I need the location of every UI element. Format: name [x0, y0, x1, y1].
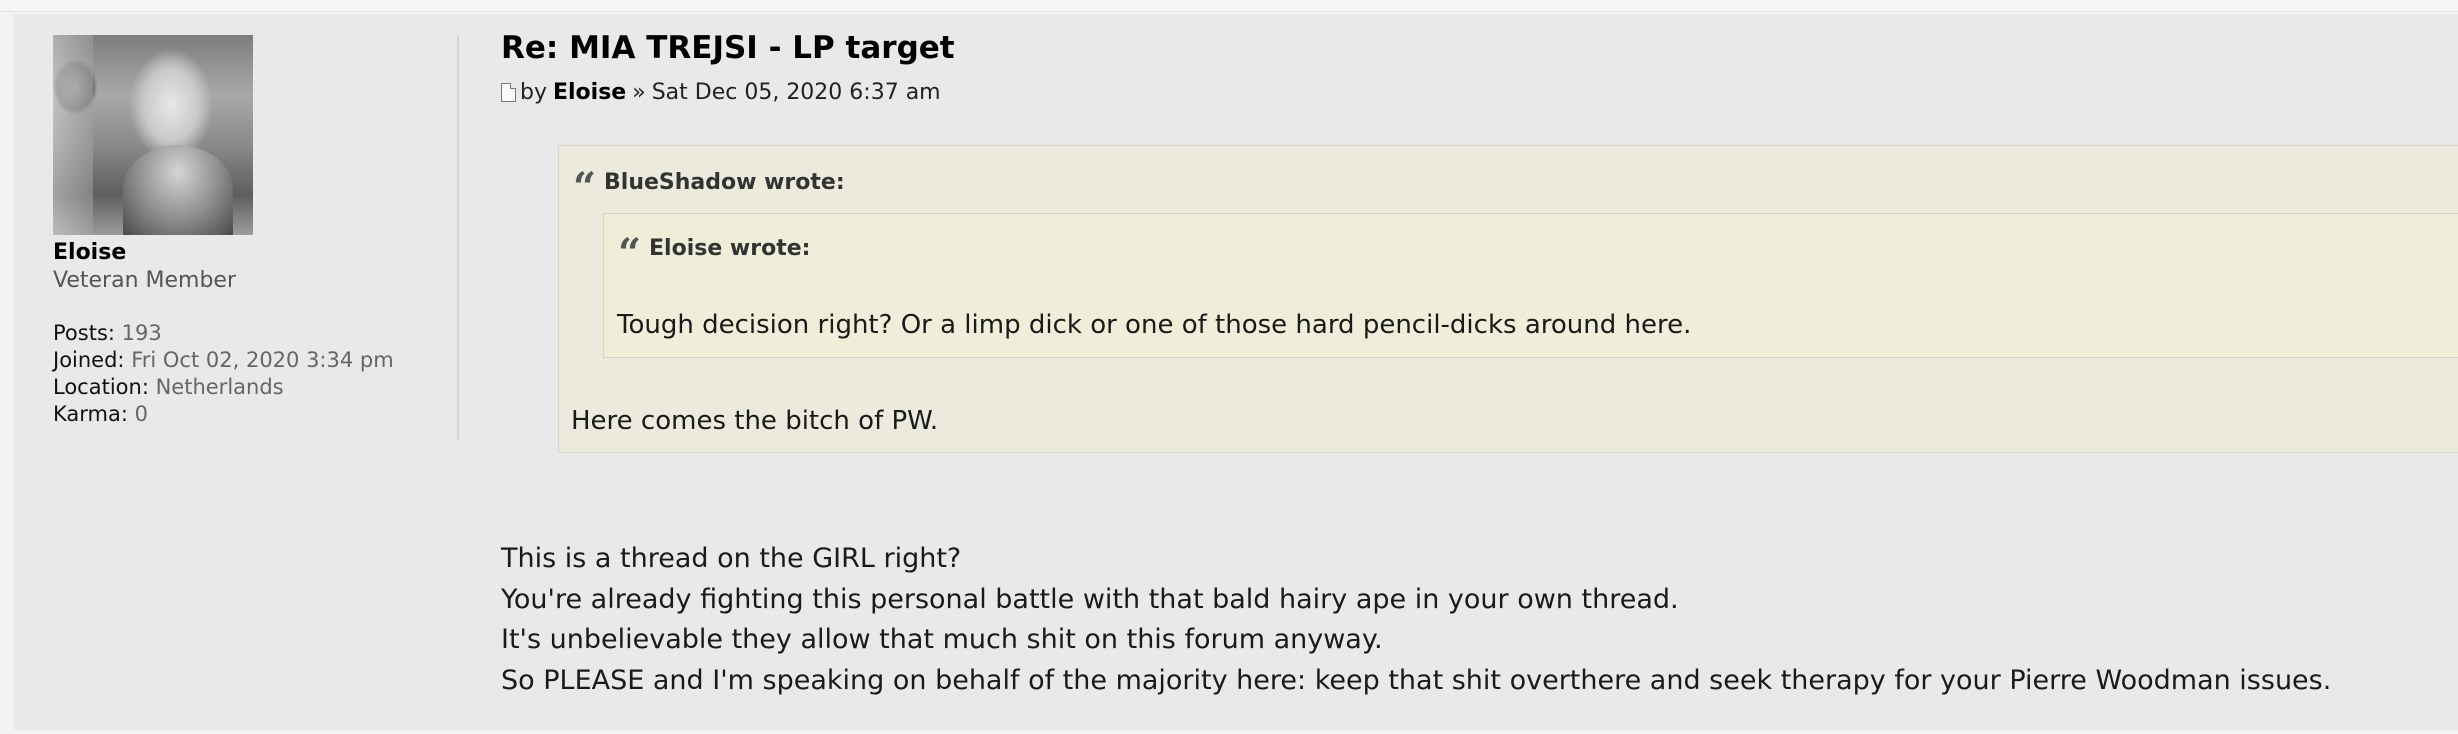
profile-posts-value[interactable]: 193: [122, 321, 162, 345]
post-author[interactable]: Eloise: [553, 80, 626, 105]
profile-rank: Veteran Member: [53, 268, 236, 293]
profile-location-row: Location: Netherlands: [53, 374, 394, 401]
column-divider: [457, 35, 459, 440]
quote-block: “ BlueShadow wrote: “ Eloise wrote: Toug…: [558, 145, 2458, 453]
post-content-line: It's unbelievable they allow that much s…: [501, 624, 1383, 655]
post-content-line: This is a thread on the GIRL right?: [501, 543, 962, 574]
post-date: Sat Dec 05, 2020 6:37 am: [651, 80, 941, 105]
profile-karma-value: 0: [134, 402, 148, 426]
profile-joined-label: Joined:: [53, 348, 125, 372]
user-avatar[interactable]: [53, 35, 253, 235]
post-content-line: So PLEASE and I'm speaking on behalf of …: [501, 664, 2332, 696]
nested-quote-cite-text: Eloise wrote:: [649, 235, 811, 261]
quote-cite-text: BlueShadow wrote:: [604, 169, 845, 195]
profile-karma-row: Karma: 0: [53, 401, 394, 428]
profile-username[interactable]: Eloise: [53, 240, 126, 265]
post-content: This is a thread on the GIRL right? You'…: [501, 539, 2331, 701]
profile-posts-label: Posts:: [53, 321, 115, 345]
nested-quote-text: Tough decision right? Or a limp dick or …: [617, 310, 1692, 340]
post-meta-by: by: [520, 80, 547, 105]
quote-mark-icon: “: [618, 230, 642, 277]
profile-joined-row: Joined: Fri Oct 02, 2020 3:34 pm: [53, 347, 394, 374]
forum-post: Eloise Veteran Member Posts: 193 Joined:…: [14, 14, 2458, 730]
post-meta-separator: »: [632, 80, 646, 105]
profile-posts-row: Posts: 193: [53, 320, 394, 347]
quote-cite: “ BlueShadow wrote:: [573, 162, 845, 208]
post-icon[interactable]: [501, 83, 516, 102]
profile-location-label: Location:: [53, 375, 149, 399]
profile-details: Posts: 193 Joined: Fri Oct 02, 2020 3:34…: [53, 320, 394, 428]
post-title[interactable]: Re: MIA TREJSI - LP target: [501, 30, 955, 66]
profile-joined-value: Fri Oct 02, 2020 3:34 pm: [131, 348, 394, 372]
quote-mark-icon: “: [573, 164, 597, 211]
profile-location-value: Netherlands: [155, 375, 284, 399]
quote-text: Here comes the bitch of PW.: [571, 406, 939, 436]
post-meta: by Eloise » Sat Dec 05, 2020 6:37 am: [501, 80, 941, 105]
profile-karma-label: Karma:: [53, 402, 128, 426]
nested-quote-cite: “ Eloise wrote:: [618, 228, 811, 274]
post-content-line: You're already fighting this personal ba…: [501, 583, 1679, 615]
nested-quote-block: “ Eloise wrote: Tough decision right? Or…: [603, 213, 2458, 358]
top-strip: [0, 0, 2458, 12]
